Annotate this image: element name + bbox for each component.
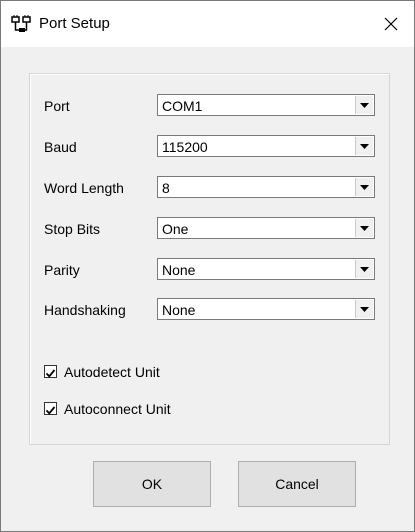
port-select[interactable]: COM1 bbox=[157, 94, 375, 116]
window-title: Port Setup bbox=[39, 15, 110, 32]
baud-row: Baud 115200 bbox=[30, 135, 389, 159]
chevron-down-icon[interactable] bbox=[355, 260, 373, 278]
handshaking-value: None bbox=[162, 302, 196, 318]
cancel-button[interactable]: Cancel bbox=[238, 461, 356, 507]
baud-value: 115200 bbox=[162, 139, 208, 155]
baud-label: Baud bbox=[44, 139, 77, 155]
baud-select[interactable]: 115200 bbox=[157, 135, 375, 157]
parity-row: Parity None bbox=[30, 258, 389, 282]
title-bar[interactable]: Port Setup bbox=[1, 1, 414, 47]
port-row: Port COM1 bbox=[30, 94, 389, 118]
parity-select[interactable]: None bbox=[157, 258, 375, 280]
parity-value: None bbox=[162, 262, 196, 278]
checkmark-icon[interactable] bbox=[44, 402, 57, 415]
stop-bits-value: One bbox=[162, 221, 189, 237]
chevron-down-icon[interactable] bbox=[355, 300, 373, 318]
close-icon bbox=[384, 17, 398, 31]
word-length-row: Word Length 8 bbox=[30, 176, 389, 200]
port-value: COM1 bbox=[162, 98, 203, 114]
autodetect-unit-label: Autodetect Unit bbox=[64, 364, 160, 380]
checkmark-icon[interactable] bbox=[44, 365, 57, 378]
handshaking-row: Handshaking None bbox=[30, 298, 389, 322]
settings-group: Port COM1 Baud 115200 Word Length 8 Stop… bbox=[29, 73, 390, 445]
port-setup-app-icon bbox=[11, 14, 33, 34]
word-length-select[interactable]: 8 bbox=[157, 176, 375, 198]
chevron-down-icon[interactable] bbox=[355, 137, 373, 155]
stop-bits-select[interactable]: One bbox=[157, 217, 375, 239]
port-label: Port bbox=[44, 98, 70, 114]
handshaking-select[interactable]: None bbox=[157, 298, 375, 320]
ok-button[interactable]: OK bbox=[93, 461, 211, 507]
chevron-down-icon[interactable] bbox=[355, 219, 373, 237]
chevron-down-icon[interactable] bbox=[355, 96, 373, 114]
word-length-value: 8 bbox=[162, 180, 170, 196]
stop-bits-row: Stop Bits One bbox=[30, 217, 389, 241]
autoconnect-unit-label: Autoconnect Unit bbox=[64, 401, 171, 417]
port-setup-dialog: Port Setup Port COM1 Baud 115200 Word Le… bbox=[0, 0, 415, 532]
handshaking-label: Handshaking bbox=[44, 302, 126, 318]
parity-label: Parity bbox=[44, 262, 80, 278]
close-button[interactable] bbox=[368, 1, 414, 47]
chevron-down-icon[interactable] bbox=[355, 178, 373, 196]
word-length-label: Word Length bbox=[44, 180, 124, 196]
stop-bits-label: Stop Bits bbox=[44, 221, 101, 237]
